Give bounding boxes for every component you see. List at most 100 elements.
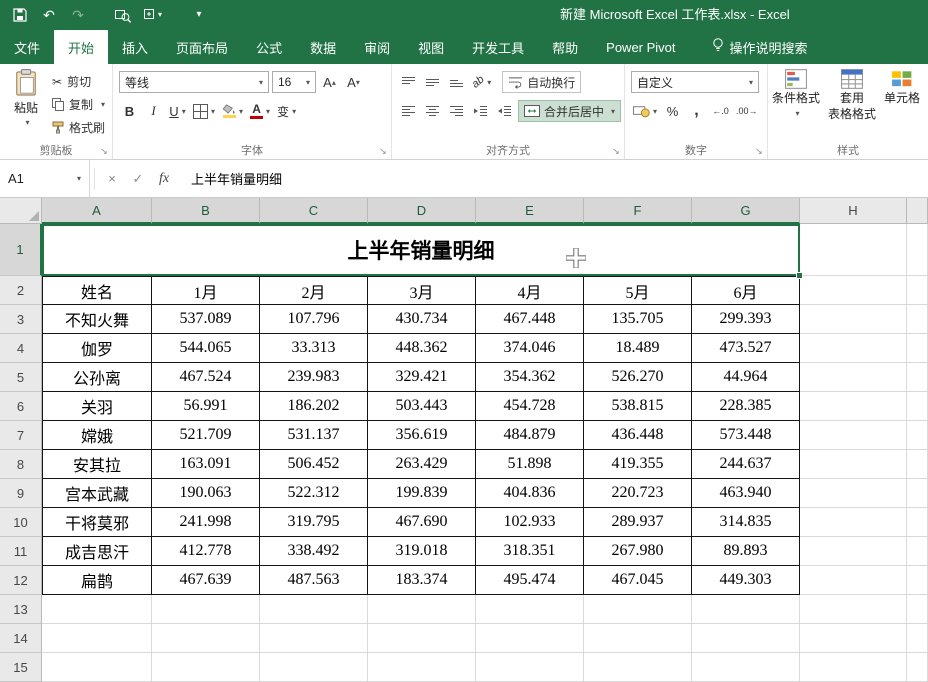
cell-I7[interactable]: [907, 421, 928, 450]
font-size-select[interactable]: 16 ▾: [272, 71, 316, 93]
cell-E7[interactable]: 484.879: [476, 421, 584, 450]
cell-I5[interactable]: [907, 363, 928, 392]
increase-font-size-button[interactable]: A ▴: [319, 71, 340, 93]
row-header-10[interactable]: 10: [0, 508, 42, 537]
formula-input[interactable]: 上半年销量明细: [177, 169, 928, 188]
copy-button[interactable]: 复制 ▾: [52, 96, 105, 113]
cell-E5[interactable]: 354.362: [476, 363, 584, 392]
row-header-14[interactable]: 14: [0, 624, 42, 653]
tab-数据[interactable]: 数据: [296, 30, 350, 64]
cell-F10[interactable]: 289.937: [584, 508, 692, 537]
row-header-4[interactable]: 4: [0, 334, 42, 363]
cut-button[interactable]: ✂ 剪切: [52, 73, 105, 90]
wrap-text-button[interactable]: 自动换行: [502, 71, 582, 93]
cell-B15[interactable]: [152, 653, 260, 682]
cell-F8[interactable]: 419.355: [584, 450, 692, 479]
cell-A10[interactable]: 干将莫邪: [42, 508, 152, 537]
name-box[interactable]: A1 ▾: [0, 160, 90, 197]
cell-D15[interactable]: [368, 653, 476, 682]
cell-E4[interactable]: 374.046: [476, 334, 584, 363]
tab-Power Pivot[interactable]: Power Pivot: [592, 30, 689, 64]
number-format-select[interactable]: 自定义 ▾: [631, 71, 759, 93]
cell-D6[interactable]: 503.443: [368, 392, 476, 421]
cell-styles-button[interactable]: 单元格: [884, 69, 920, 121]
cell-H9[interactable]: [800, 479, 907, 508]
cell-G3[interactable]: 299.393: [692, 305, 800, 334]
cell-F3[interactable]: 135.705: [584, 305, 692, 334]
format-painter-button[interactable]: 格式刷: [52, 119, 105, 136]
font-color-button[interactable]: A ▾: [248, 100, 272, 122]
cell-B12[interactable]: 467.639: [152, 566, 260, 595]
cell-D11[interactable]: 319.018: [368, 537, 476, 566]
align-top-icon[interactable]: [398, 71, 419, 93]
cell-A13[interactable]: [42, 595, 152, 624]
cell-H2[interactable]: [800, 276, 907, 305]
cell-F12[interactable]: 467.045: [584, 566, 692, 595]
cell-E13[interactable]: [476, 595, 584, 624]
alignment-dialog-launcher[interactable]: ↘: [610, 145, 622, 157]
cell-I4[interactable]: [907, 334, 928, 363]
row-header-8[interactable]: 8: [0, 450, 42, 479]
cell-H5[interactable]: [800, 363, 907, 392]
column-header-E[interactable]: E: [476, 198, 584, 224]
cell-B7[interactable]: 521.709: [152, 421, 260, 450]
accounting-format-button[interactable]: ▾: [631, 100, 659, 122]
cell-D5[interactable]: 329.421: [368, 363, 476, 392]
cell-C3[interactable]: 107.796: [260, 305, 368, 334]
cell-I12[interactable]: [907, 566, 928, 595]
cell-H10[interactable]: [800, 508, 907, 537]
cell-A9[interactable]: 宫本武藏: [42, 479, 152, 508]
cell-H8[interactable]: [800, 450, 907, 479]
font-name-select[interactable]: 等线 ▾: [119, 71, 269, 93]
cell-G2[interactable]: 6月: [692, 276, 800, 305]
cell-G9[interactable]: 463.940: [692, 479, 800, 508]
cell-C5[interactable]: 239.983: [260, 363, 368, 392]
row-header-13[interactable]: 13: [0, 595, 42, 624]
cell-I3[interactable]: [907, 305, 928, 334]
align-middle-icon[interactable]: [422, 71, 443, 93]
cell-I1[interactable]: [907, 224, 928, 276]
bold-button[interactable]: B: [119, 100, 140, 122]
cell-B8[interactable]: 163.091: [152, 450, 260, 479]
cell-F15[interactable]: [584, 653, 692, 682]
cell-E2[interactable]: 4月: [476, 276, 584, 305]
row-header-15[interactable]: 15: [0, 653, 42, 682]
cell-C13[interactable]: [260, 595, 368, 624]
format-as-table-button[interactable]: 套用 表格格式: [828, 69, 876, 121]
cell-I14[interactable]: [907, 624, 928, 653]
column-header-H[interactable]: H: [800, 198, 907, 224]
cell-B5[interactable]: 467.524: [152, 363, 260, 392]
screenshot-tool-icon[interactable]: [115, 6, 131, 24]
cell-C7[interactable]: 531.137: [260, 421, 368, 450]
cell-D8[interactable]: 263.429: [368, 450, 476, 479]
cell-C10[interactable]: 319.795: [260, 508, 368, 537]
cell-E3[interactable]: 467.448: [476, 305, 584, 334]
select-all-corner[interactable]: [0, 198, 42, 224]
cell-F2[interactable]: 5月: [584, 276, 692, 305]
cell-I10[interactable]: [907, 508, 928, 537]
conditional-formatting-button[interactable]: 条件格式 ▾: [772, 69, 820, 121]
row-header-7[interactable]: 7: [0, 421, 42, 450]
cell-H15[interactable]: [800, 653, 907, 682]
row-header-1[interactable]: 1: [0, 224, 42, 276]
percent-style-button[interactable]: %: [662, 100, 683, 122]
number-dialog-launcher[interactable]: ↘: [753, 145, 765, 157]
cell-B13[interactable]: [152, 595, 260, 624]
tab-开始[interactable]: 开始: [54, 30, 109, 64]
cell-G4[interactable]: 473.527: [692, 334, 800, 363]
cell-I6[interactable]: [907, 392, 928, 421]
cell-A11[interactable]: 成吉思汗: [42, 537, 152, 566]
cell-F6[interactable]: 538.815: [584, 392, 692, 421]
cell-F13[interactable]: [584, 595, 692, 624]
cell-C2[interactable]: 2月: [260, 276, 368, 305]
tab-页面布局[interactable]: 页面布局: [162, 30, 242, 64]
cell-I9[interactable]: [907, 479, 928, 508]
save-icon[interactable]: [12, 6, 28, 24]
cell-B9[interactable]: 190.063: [152, 479, 260, 508]
tab-帮助[interactable]: 帮助: [538, 30, 592, 64]
column-header-F[interactable]: F: [584, 198, 692, 224]
cell-C6[interactable]: 186.202: [260, 392, 368, 421]
cell-H4[interactable]: [800, 334, 907, 363]
column-header-C[interactable]: C: [260, 198, 368, 224]
cell-G14[interactable]: [692, 624, 800, 653]
